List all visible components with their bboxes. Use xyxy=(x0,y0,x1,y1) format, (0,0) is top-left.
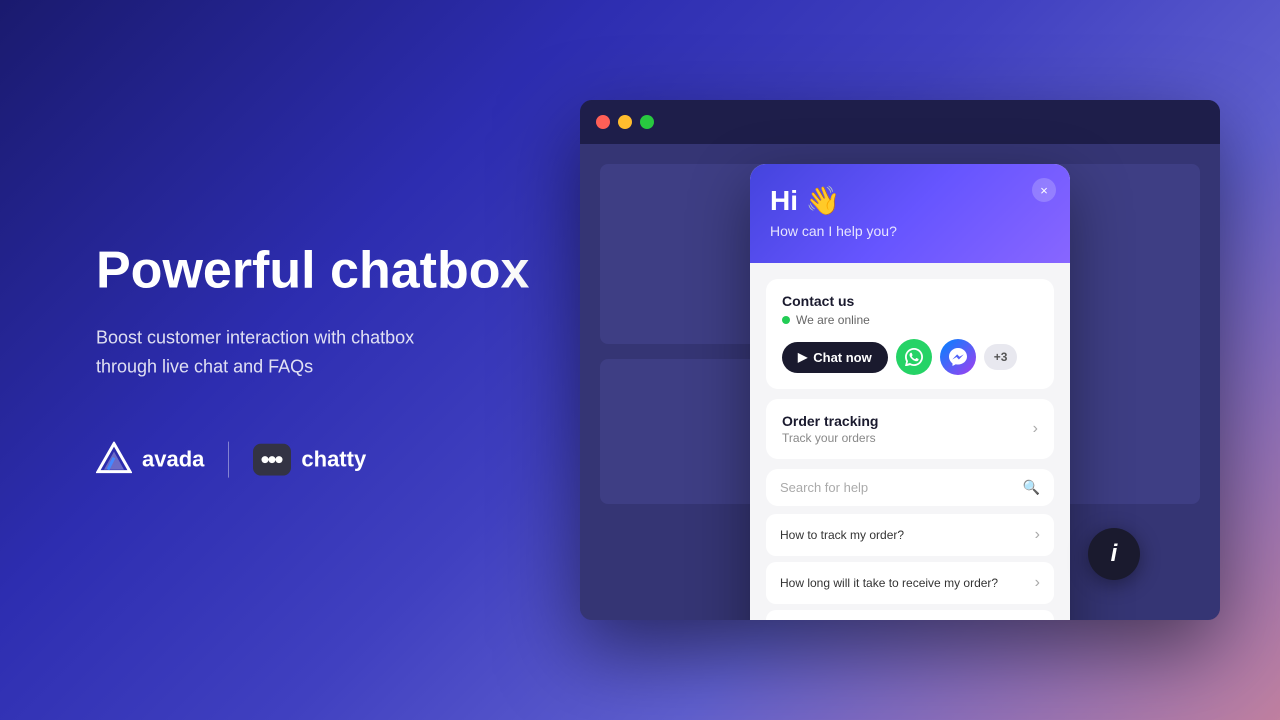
chevron-right-icon: › xyxy=(1033,420,1038,438)
whatsapp-button[interactable] xyxy=(896,339,932,375)
chatty-logo: chatty xyxy=(253,443,366,475)
avada-logo: avada xyxy=(96,441,204,477)
avada-icon xyxy=(96,441,132,477)
browser-window: × Hi 👋 How can I help you? Contact us We… xyxy=(580,100,1220,620)
close-button[interactable]: × xyxy=(1032,178,1056,202)
order-tracking-section[interactable]: Order tracking Track your orders › xyxy=(766,399,1054,459)
contact-section: Contact us We are online ▶ Chat now xyxy=(766,279,1054,389)
send-icon: ▶ xyxy=(798,350,807,364)
info-button[interactable]: i xyxy=(1088,528,1140,580)
sub-heading: Boost customer interaction with chatboxt… xyxy=(96,324,529,382)
faq-text-1: How to track my order? xyxy=(780,528,904,542)
traffic-light-green[interactable] xyxy=(640,115,654,129)
brand-logos: avada chatty xyxy=(96,441,529,477)
chat-now-label: Chat now xyxy=(813,350,872,365)
online-text: We are online xyxy=(796,313,870,327)
main-heading: Powerful chatbox xyxy=(96,243,529,300)
brand-separator xyxy=(228,441,229,477)
traffic-light-yellow[interactable] xyxy=(618,115,632,129)
faq-item-2[interactable]: How long will it take to receive my orde… xyxy=(766,562,1054,604)
chat-subtitle: How can I help you? xyxy=(770,223,1050,239)
online-indicator: We are online xyxy=(782,313,1038,327)
chatty-label: chatty xyxy=(301,446,366,472)
browser-titlebar xyxy=(580,100,1220,144)
online-dot xyxy=(782,316,790,324)
chat-now-button[interactable]: ▶ Chat now xyxy=(782,342,888,373)
traffic-light-red[interactable] xyxy=(596,115,610,129)
order-tracking-sub: Track your orders xyxy=(782,431,878,445)
chat-body: Contact us We are online ▶ Chat now xyxy=(750,263,1070,620)
left-section: Powerful chatbox Boost customer interact… xyxy=(96,243,529,478)
browser-content: × Hi 👋 How can I help you? Contact us We… xyxy=(580,144,1220,620)
avada-label: avada xyxy=(142,446,204,472)
chat-header: × Hi 👋 How can I help you? xyxy=(750,164,1070,263)
chevron-right-icon: › xyxy=(1035,526,1040,544)
search-icon: 🔍 xyxy=(1023,479,1040,496)
chat-buttons: ▶ Chat now xyxy=(782,339,1038,375)
order-tracking-title: Order tracking xyxy=(782,413,878,429)
faq-item-3[interactable]: What is your return policy? › xyxy=(766,610,1054,620)
chat-greeting: Hi 👋 xyxy=(770,184,1050,217)
chatty-icon xyxy=(253,443,291,475)
order-tracking-left: Order tracking Track your orders xyxy=(782,413,878,445)
contact-title: Contact us xyxy=(782,293,1038,309)
search-section[interactable]: Search for help 🔍 xyxy=(766,469,1054,506)
chat-widget: × Hi 👋 How can I help you? Contact us We… xyxy=(750,164,1070,620)
messenger-button[interactable] xyxy=(940,339,976,375)
info-icon: i xyxy=(1111,540,1118,568)
search-input[interactable]: Search for help xyxy=(780,480,1023,495)
plus-more-badge[interactable]: +3 xyxy=(984,344,1018,370)
faq-text-2: How long will it take to receive my orde… xyxy=(780,576,998,590)
chevron-right-icon: › xyxy=(1035,574,1040,592)
faq-item-1[interactable]: How to track my order? › xyxy=(766,514,1054,556)
